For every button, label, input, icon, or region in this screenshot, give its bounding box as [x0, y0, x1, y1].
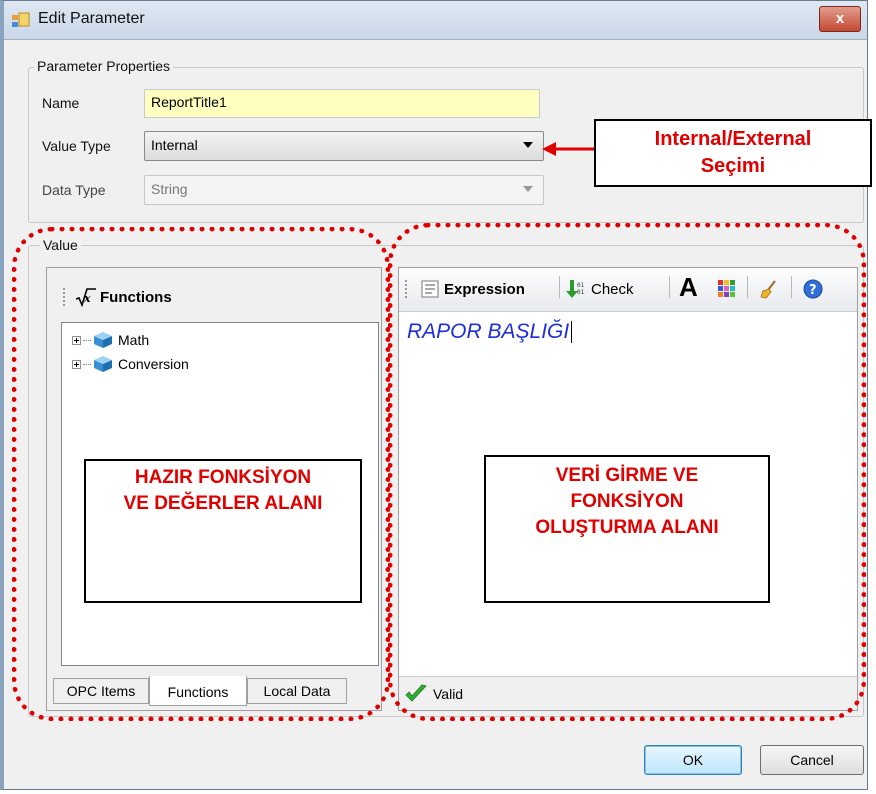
editor-area-line1: VERİ GİRME VE: [555, 465, 699, 486]
editor-area-line3: OLUŞTURMA ALANI: [535, 517, 719, 538]
chevron-down-icon: [523, 142, 533, 148]
ok-button[interactable]: OK: [644, 745, 742, 775]
edit-parameter-dialog: Edit Parameter x Parameter Properties Na…: [0, 0, 872, 790]
chevron-down-icon: [523, 186, 533, 192]
editor-area-line2: FONKSİYON: [570, 491, 684, 512]
value-type-select[interactable]: Internal: [144, 131, 544, 161]
close-icon: x: [835, 10, 845, 27]
value-type-annotation-line1: Internal/External: [654, 128, 812, 150]
value-type-annotation: Internal/External Seçimi: [594, 119, 872, 187]
app-icon: [12, 12, 30, 27]
functions-area-line2: VE DEĞERLER ALANI: [123, 493, 323, 514]
data-type-label: Data Type: [42, 182, 106, 198]
parameter-properties-label: Parameter Properties: [34, 58, 174, 74]
functions-area-annotation: HAZIR FONKSİYON VE DEĞERLER ALANI: [84, 459, 362, 603]
editor-area-annotation: VERİ GİRME VE FONKSİYON OLUŞTURMA ALANI: [484, 455, 770, 603]
value-type-annotation-line2: Seçimi: [700, 155, 766, 177]
data-type-select: String: [144, 175, 544, 205]
name-label: Name: [42, 95, 80, 111]
cancel-button[interactable]: Cancel: [760, 745, 864, 775]
name-field[interactable]: ReportTitle1: [144, 89, 540, 118]
window-title: Edit Parameter: [38, 10, 145, 27]
value-type-selected: Internal: [151, 137, 198, 153]
functions-area-line1: HAZIR FONKSİYON: [134, 467, 312, 488]
value-type-label: Value Type: [42, 138, 111, 154]
data-type-selected: String: [151, 181, 188, 197]
title-bar[interactable]: Edit Parameter x: [4, 1, 867, 40]
annotation-arrow-icon: [542, 142, 600, 156]
close-button[interactable]: x: [819, 6, 861, 32]
